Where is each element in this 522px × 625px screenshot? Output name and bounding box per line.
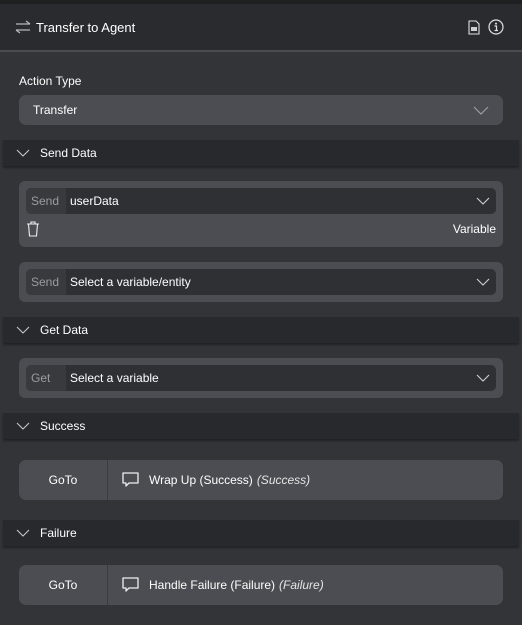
send-data-item: Send Select a variable/entity: [19, 262, 503, 302]
chevron-down-icon: [16, 326, 30, 334]
section-label: Send Data: [40, 146, 97, 160]
goto-label: GoTo: [19, 565, 108, 605]
action-type-value: Transfer: [33, 103, 78, 117]
section-label: Success: [40, 419, 86, 433]
chevron-down-icon: [476, 278, 490, 286]
info-icon[interactable]: [488, 19, 504, 35]
section-label: Get Data: [40, 323, 89, 337]
trash-icon[interactable]: [26, 221, 40, 237]
chevron-down-icon: [473, 106, 489, 115]
goto-target-note: (Failure): [279, 578, 324, 592]
chevron-down-icon: [476, 197, 490, 205]
failure-goto[interactable]: GoTo Handle Failure (Failure) (Failure): [19, 565, 503, 605]
get-variable-select[interactable]: Get Select a variable: [26, 365, 496, 391]
transfer-arrows-icon: [15, 20, 31, 34]
send-value: Select a variable/entity: [70, 275, 191, 289]
send-value: userData: [70, 194, 119, 208]
chevron-down-icon: [16, 149, 30, 157]
section-label: Failure: [40, 526, 77, 540]
section-failure[interactable]: Failure: [3, 520, 519, 546]
chevron-down-icon: [16, 422, 30, 430]
chevron-down-icon: [16, 529, 30, 537]
send-variable-select[interactable]: Send userData: [26, 188, 496, 214]
get-value: Select a variable: [70, 371, 159, 385]
message-icon: [122, 576, 139, 592]
send-data-item: Send userData Variable: [19, 181, 503, 247]
goto-label: GoTo: [19, 460, 108, 500]
goto-target: Wrap Up (Success): [149, 473, 253, 487]
panel-header: Transfer to Agent: [0, 4, 522, 52]
section-send-data[interactable]: Send Data: [3, 140, 519, 166]
send-variable-select[interactable]: Send Select a variable/entity: [26, 269, 496, 295]
action-type-label: Action Type: [19, 74, 82, 88]
section-get-data[interactable]: Get Data: [3, 317, 519, 343]
send-prefix: Send: [26, 188, 66, 214]
action-type-select[interactable]: Transfer: [19, 95, 503, 125]
get-prefix: Get: [26, 365, 66, 391]
section-success[interactable]: Success: [3, 413, 519, 439]
panel-title: Transfer to Agent: [36, 19, 136, 35]
get-data-item: Get Select a variable: [19, 358, 503, 398]
send-prefix: Send: [26, 269, 66, 295]
success-goto[interactable]: GoTo Wrap Up (Success) (Success): [19, 460, 503, 500]
message-icon: [122, 471, 139, 487]
goto-target-note: (Success): [256, 473, 311, 487]
chevron-down-icon: [476, 374, 490, 382]
goto-target: Handle Failure (Failure): [149, 578, 276, 592]
document-icon[interactable]: [468, 19, 480, 35]
send-type-label: Variable: [452, 222, 496, 236]
